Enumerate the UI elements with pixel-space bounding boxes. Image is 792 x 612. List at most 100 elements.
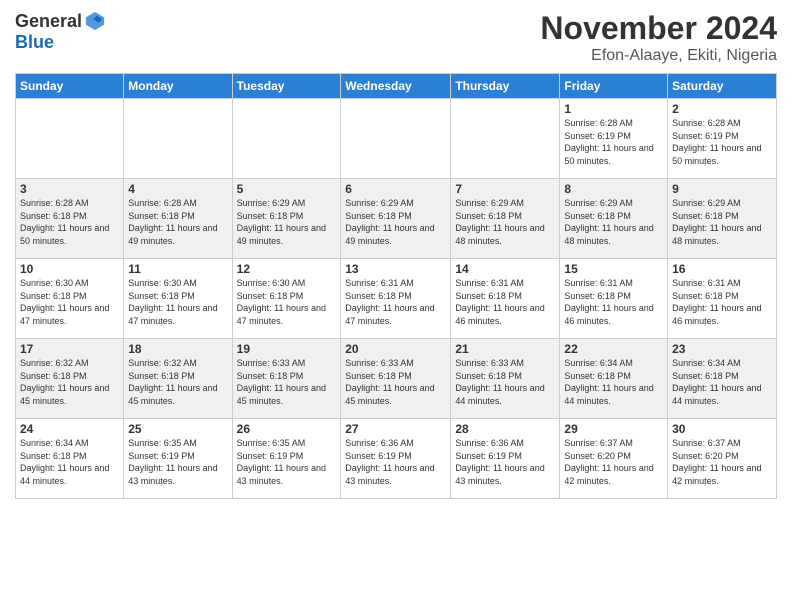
day-number: 29 xyxy=(564,422,663,436)
day-info: Sunrise: 6:28 AM Sunset: 6:18 PM Dayligh… xyxy=(128,197,227,247)
day-info: Sunrise: 6:30 AM Sunset: 6:18 PM Dayligh… xyxy=(237,277,337,327)
day-number: 24 xyxy=(20,422,119,436)
day-number: 16 xyxy=(672,262,772,276)
calendar-cell: 13Sunrise: 6:31 AM Sunset: 6:18 PM Dayli… xyxy=(341,259,451,339)
calendar-cell: 30Sunrise: 6:37 AM Sunset: 6:20 PM Dayli… xyxy=(668,419,777,499)
day-info: Sunrise: 6:30 AM Sunset: 6:18 PM Dayligh… xyxy=(128,277,227,327)
day-info: Sunrise: 6:28 AM Sunset: 6:19 PM Dayligh… xyxy=(564,117,663,167)
day-number: 25 xyxy=(128,422,227,436)
day-info: Sunrise: 6:30 AM Sunset: 6:18 PM Dayligh… xyxy=(20,277,119,327)
col-header-friday: Friday xyxy=(560,74,668,99)
calendar-cell xyxy=(16,99,124,179)
calendar-cell: 20Sunrise: 6:33 AM Sunset: 6:18 PM Dayli… xyxy=(341,339,451,419)
calendar-week-4: 17Sunrise: 6:32 AM Sunset: 6:18 PM Dayli… xyxy=(16,339,777,419)
calendar-cell: 1Sunrise: 6:28 AM Sunset: 6:19 PM Daylig… xyxy=(560,99,668,179)
day-info: Sunrise: 6:29 AM Sunset: 6:18 PM Dayligh… xyxy=(455,197,555,247)
calendar-cell: 11Sunrise: 6:30 AM Sunset: 6:18 PM Dayli… xyxy=(124,259,232,339)
day-info: Sunrise: 6:31 AM Sunset: 6:18 PM Dayligh… xyxy=(455,277,555,327)
calendar-week-5: 24Sunrise: 6:34 AM Sunset: 6:18 PM Dayli… xyxy=(16,419,777,499)
col-header-tuesday: Tuesday xyxy=(232,74,341,99)
logo: General Blue xyxy=(15,10,106,53)
day-number: 22 xyxy=(564,342,663,356)
main-title: November 2024 xyxy=(540,10,777,47)
day-number: 15 xyxy=(564,262,663,276)
day-info: Sunrise: 6:34 AM Sunset: 6:18 PM Dayligh… xyxy=(564,357,663,407)
day-info: Sunrise: 6:37 AM Sunset: 6:20 PM Dayligh… xyxy=(672,437,772,487)
day-number: 3 xyxy=(20,182,119,196)
calendar-cell xyxy=(232,99,341,179)
day-info: Sunrise: 6:32 AM Sunset: 6:18 PM Dayligh… xyxy=(20,357,119,407)
day-number: 30 xyxy=(672,422,772,436)
calendar-cell: 7Sunrise: 6:29 AM Sunset: 6:18 PM Daylig… xyxy=(451,179,560,259)
calendar-cell xyxy=(124,99,232,179)
day-number: 12 xyxy=(237,262,337,276)
day-info: Sunrise: 6:29 AM Sunset: 6:18 PM Dayligh… xyxy=(672,197,772,247)
title-area: November 2024 Efon-Alaaye, Ekiti, Nigeri… xyxy=(540,10,777,65)
logo-blue-text: Blue xyxy=(15,32,54,53)
col-header-saturday: Saturday xyxy=(668,74,777,99)
day-info: Sunrise: 6:28 AM Sunset: 6:18 PM Dayligh… xyxy=(20,197,119,247)
col-header-wednesday: Wednesday xyxy=(341,74,451,99)
calendar-cell: 24Sunrise: 6:34 AM Sunset: 6:18 PM Dayli… xyxy=(16,419,124,499)
day-number: 28 xyxy=(455,422,555,436)
calendar-cell: 8Sunrise: 6:29 AM Sunset: 6:18 PM Daylig… xyxy=(560,179,668,259)
day-info: Sunrise: 6:34 AM Sunset: 6:18 PM Dayligh… xyxy=(672,357,772,407)
page-container: General Blue November 2024 Efon-Alaaye, … xyxy=(0,0,792,504)
calendar-cell: 4Sunrise: 6:28 AM Sunset: 6:18 PM Daylig… xyxy=(124,179,232,259)
calendar-table: SundayMondayTuesdayWednesdayThursdayFrid… xyxy=(15,73,777,499)
day-number: 9 xyxy=(672,182,772,196)
day-number: 6 xyxy=(345,182,446,196)
calendar-cell: 10Sunrise: 6:30 AM Sunset: 6:18 PM Dayli… xyxy=(16,259,124,339)
calendar-cell: 15Sunrise: 6:31 AM Sunset: 6:18 PM Dayli… xyxy=(560,259,668,339)
calendar-cell: 29Sunrise: 6:37 AM Sunset: 6:20 PM Dayli… xyxy=(560,419,668,499)
calendar-week-2: 3Sunrise: 6:28 AM Sunset: 6:18 PM Daylig… xyxy=(16,179,777,259)
day-info: Sunrise: 6:29 AM Sunset: 6:18 PM Dayligh… xyxy=(345,197,446,247)
calendar-cell: 17Sunrise: 6:32 AM Sunset: 6:18 PM Dayli… xyxy=(16,339,124,419)
day-number: 20 xyxy=(345,342,446,356)
day-number: 8 xyxy=(564,182,663,196)
calendar-cell: 19Sunrise: 6:33 AM Sunset: 6:18 PM Dayli… xyxy=(232,339,341,419)
sub-title: Efon-Alaaye, Ekiti, Nigeria xyxy=(540,47,777,65)
col-header-monday: Monday xyxy=(124,74,232,99)
day-info: Sunrise: 6:35 AM Sunset: 6:19 PM Dayligh… xyxy=(237,437,337,487)
header-area: General Blue November 2024 Efon-Alaaye, … xyxy=(15,10,777,65)
calendar-header-row: SundayMondayTuesdayWednesdayThursdayFrid… xyxy=(16,74,777,99)
day-info: Sunrise: 6:31 AM Sunset: 6:18 PM Dayligh… xyxy=(564,277,663,327)
day-number: 17 xyxy=(20,342,119,356)
calendar-cell: 3Sunrise: 6:28 AM Sunset: 6:18 PM Daylig… xyxy=(16,179,124,259)
day-number: 18 xyxy=(128,342,227,356)
calendar-cell: 5Sunrise: 6:29 AM Sunset: 6:18 PM Daylig… xyxy=(232,179,341,259)
day-number: 11 xyxy=(128,262,227,276)
logo-icon xyxy=(84,10,106,32)
calendar-cell: 23Sunrise: 6:34 AM Sunset: 6:18 PM Dayli… xyxy=(668,339,777,419)
day-info: Sunrise: 6:33 AM Sunset: 6:18 PM Dayligh… xyxy=(237,357,337,407)
calendar-cell: 9Sunrise: 6:29 AM Sunset: 6:18 PM Daylig… xyxy=(668,179,777,259)
day-number: 5 xyxy=(237,182,337,196)
col-header-sunday: Sunday xyxy=(16,74,124,99)
calendar-week-3: 10Sunrise: 6:30 AM Sunset: 6:18 PM Dayli… xyxy=(16,259,777,339)
day-info: Sunrise: 6:36 AM Sunset: 6:19 PM Dayligh… xyxy=(345,437,446,487)
calendar-cell: 18Sunrise: 6:32 AM Sunset: 6:18 PM Dayli… xyxy=(124,339,232,419)
calendar-cell xyxy=(341,99,451,179)
calendar-cell xyxy=(451,99,560,179)
day-number: 7 xyxy=(455,182,555,196)
calendar-cell: 28Sunrise: 6:36 AM Sunset: 6:19 PM Dayli… xyxy=(451,419,560,499)
calendar-cell: 25Sunrise: 6:35 AM Sunset: 6:19 PM Dayli… xyxy=(124,419,232,499)
calendar-week-1: 1Sunrise: 6:28 AM Sunset: 6:19 PM Daylig… xyxy=(16,99,777,179)
day-info: Sunrise: 6:33 AM Sunset: 6:18 PM Dayligh… xyxy=(455,357,555,407)
col-header-thursday: Thursday xyxy=(451,74,560,99)
day-info: Sunrise: 6:29 AM Sunset: 6:18 PM Dayligh… xyxy=(564,197,663,247)
calendar-cell: 22Sunrise: 6:34 AM Sunset: 6:18 PM Dayli… xyxy=(560,339,668,419)
calendar-cell: 14Sunrise: 6:31 AM Sunset: 6:18 PM Dayli… xyxy=(451,259,560,339)
day-number: 2 xyxy=(672,102,772,116)
day-info: Sunrise: 6:31 AM Sunset: 6:18 PM Dayligh… xyxy=(672,277,772,327)
day-number: 27 xyxy=(345,422,446,436)
day-info: Sunrise: 6:36 AM Sunset: 6:19 PM Dayligh… xyxy=(455,437,555,487)
calendar-cell: 27Sunrise: 6:36 AM Sunset: 6:19 PM Dayli… xyxy=(341,419,451,499)
day-number: 19 xyxy=(237,342,337,356)
calendar-cell: 6Sunrise: 6:29 AM Sunset: 6:18 PM Daylig… xyxy=(341,179,451,259)
day-info: Sunrise: 6:37 AM Sunset: 6:20 PM Dayligh… xyxy=(564,437,663,487)
day-info: Sunrise: 6:28 AM Sunset: 6:19 PM Dayligh… xyxy=(672,117,772,167)
day-info: Sunrise: 6:35 AM Sunset: 6:19 PM Dayligh… xyxy=(128,437,227,487)
day-info: Sunrise: 6:32 AM Sunset: 6:18 PM Dayligh… xyxy=(128,357,227,407)
